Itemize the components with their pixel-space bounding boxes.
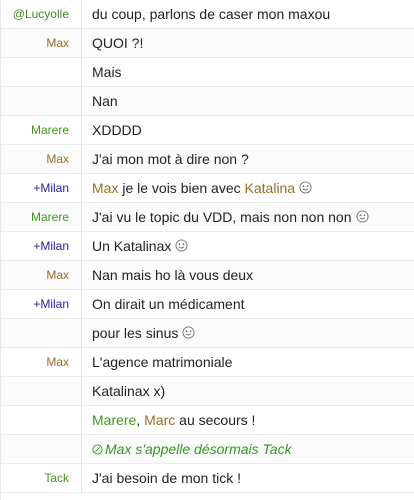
chat-row: Max s'appelle désormais Tack: [1, 435, 414, 464]
message-text: QUOI ?!: [82, 29, 414, 57]
message-text: pour les sinus: [82, 319, 414, 347]
nickname[interactable]: [1, 319, 82, 347]
message-fragment: J'ai mon mot à dire non ?: [92, 151, 249, 167]
chat-row: Nan: [1, 87, 414, 116]
chat-row: Max QUOI ?!: [1, 29, 414, 58]
message-text: du coup, parlons de caser mon maxou: [82, 0, 414, 28]
message-text: Marere, Marc au secours !: [82, 406, 414, 434]
chat-row: Katalinax x): [1, 377, 414, 406]
message-fragment: J'ai besoin de mon tick !: [92, 470, 241, 486]
message-fragment: du coup, parlons de caser mon maxou: [92, 6, 331, 22]
chat-row: Max J'ai mon mot à dire non ?: [1, 145, 414, 174]
chat-row: Marere, Marc au secours !: [1, 406, 414, 435]
chat-row: +Milan Un Katalinax: [1, 232, 414, 261]
message-fragment: Nan: [92, 93, 118, 109]
message-text: On dirait un médicament: [82, 290, 414, 318]
message-fragment: L'agence matrimoniale: [92, 354, 233, 370]
message-text: J'ai besoin de mon tick !: [82, 464, 414, 492]
chat-row: Max L'agence matrimoniale: [1, 348, 414, 377]
message-fragment: Un Katalinax: [92, 238, 172, 254]
message-text: L'agence matrimoniale: [82, 348, 414, 376]
message-fragment: Mais: [92, 64, 122, 80]
chat-row: Tack J'ai besoin de mon tick !: [1, 464, 414, 493]
nickname[interactable]: Tack: [1, 464, 82, 492]
message-text: Max je le vois bien avec Katalina: [82, 174, 414, 202]
chat-log: @Lucyolle du coup, parlons de caser mon m…: [0, 0, 414, 500]
message-text: XDDDD: [82, 116, 414, 144]
smiley-icon: [175, 239, 188, 252]
nick-mention: Katalina: [244, 180, 296, 196]
chat-row: Marere J'ai vu le topic du VDD, mais non …: [1, 203, 414, 232]
nick-mention: Max: [92, 180, 119, 196]
nick-mention: Marere: [92, 412, 137, 428]
chat-row: +Milan Max je le vois bien avec Katalina: [1, 174, 414, 203]
nickname[interactable]: Max: [1, 29, 82, 57]
message-text: Un Katalinax: [82, 232, 414, 260]
action-icon: [92, 444, 103, 455]
nickname[interactable]: [1, 58, 82, 86]
chat-row: @Lucyolle du coup, parlons de caser mon m…: [1, 0, 414, 29]
action-message: Max s'appelle désormais Tack: [82, 435, 414, 463]
chat-row: pour les sinus: [1, 319, 414, 348]
nickname[interactable]: [1, 87, 82, 115]
nickname[interactable]: Marere: [1, 116, 82, 144]
nickname[interactable]: +Milan: [1, 290, 82, 318]
nickname[interactable]: Max: [1, 145, 82, 173]
message-text: Mais: [82, 58, 414, 86]
nickname[interactable]: @Lucyolle: [1, 0, 82, 28]
chat-row: Max Nan mais ho là vous deux: [1, 261, 414, 290]
message-text: Katalinax x): [82, 377, 414, 405]
message-fragment: au secours !: [175, 412, 256, 428]
nick-mention: Marc: [144, 412, 176, 428]
chat-row: Mais: [1, 58, 414, 87]
nickname[interactable]: +Milan: [1, 232, 82, 260]
message-fragment: ,: [136, 412, 145, 428]
nickname[interactable]: [1, 406, 82, 434]
message-fragment: QUOI ?!: [92, 35, 144, 51]
message-fragment: Max s'appelle désormais Tack: [105, 441, 292, 457]
chat-row: +Milan On dirait un médicament: [1, 290, 414, 319]
smiley-icon: [182, 326, 195, 339]
nickname[interactable]: [1, 435, 82, 463]
nickname[interactable]: +Milan: [1, 174, 82, 202]
message-fragment: XDDDD: [92, 122, 142, 138]
message-fragment: Nan mais ho là vous deux: [92, 267, 254, 283]
nickname[interactable]: [1, 377, 82, 405]
chat-row: Marere XDDDD: [1, 116, 414, 145]
message-text: Nan mais ho là vous deux: [82, 261, 414, 289]
nickname[interactable]: Max: [1, 261, 82, 289]
message-text: Nan: [82, 87, 414, 115]
smiley-icon: [299, 181, 312, 194]
message-fragment: Katalinax x): [92, 383, 166, 399]
message-fragment: pour les sinus: [92, 325, 179, 341]
message-fragment: J'ai vu le topic du VDD, mais non non no…: [92, 209, 352, 225]
message-text: J'ai mon mot à dire non ?: [82, 145, 414, 173]
message-fragment: je le vois bien avec: [118, 180, 245, 196]
smiley-icon: [355, 210, 369, 223]
nickname[interactable]: Marere: [1, 203, 82, 231]
message-fragment: On dirait un médicament: [92, 296, 245, 312]
nickname[interactable]: Max: [1, 348, 82, 376]
message-text: J'ai vu le topic du VDD, mais non non no…: [82, 203, 414, 231]
